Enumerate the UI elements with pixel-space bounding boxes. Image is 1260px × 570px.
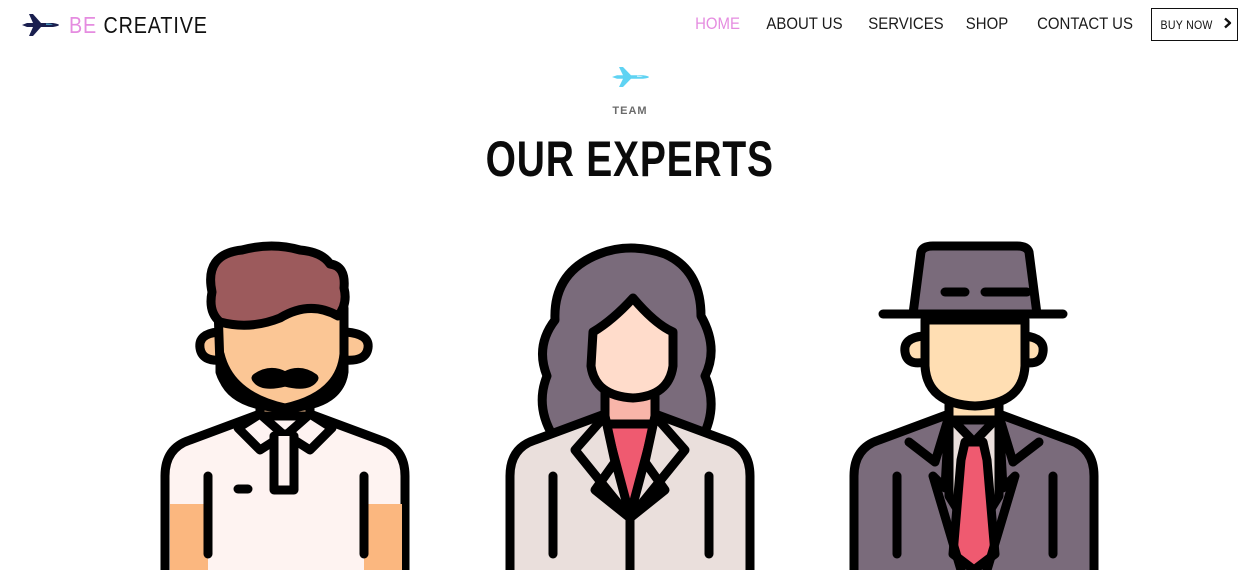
nav-item-services[interactable]: SERVICES	[868, 14, 943, 34]
brand-word: CREATIVE	[103, 11, 208, 38]
buy-now-button[interactable]: BUY NOW	[1151, 8, 1238, 41]
nav-item-home[interactable]: HOME	[695, 14, 740, 34]
nav-item-contact-us[interactable]: CONTACT US	[1037, 14, 1133, 34]
brand-name: BE CREATIVE	[69, 12, 208, 39]
nav-item-shop[interactable]: SHOP	[966, 14, 1008, 34]
team-member-2[interactable]	[505, 236, 755, 570]
section-eyebrow: TEAM	[612, 105, 648, 117]
plane-icon	[610, 64, 650, 95]
chevron-right-icon	[1223, 16, 1232, 34]
brand-logo[interactable]: BE CREATIVE	[20, 9, 230, 41]
man-in-hat-avatar-icon	[849, 236, 1099, 570]
section-title-text: OUR EXPERTS	[485, 131, 775, 187]
team-member-1[interactable]	[160, 236, 410, 570]
brand-accent: BE	[69, 11, 98, 38]
buy-now-label: BUY NOW	[1160, 17, 1214, 32]
section-title: OUR EXPERTS	[0, 130, 1260, 188]
top-navbar: BE CREATIVE HOME ABOUT US SERVICES SHOP …	[0, 0, 1260, 52]
team-member-3[interactable]	[849, 236, 1099, 570]
main-nav: HOME ABOUT US SERVICES SHOP CONTACT US	[689, 14, 1133, 34]
nav-item-about-us[interactable]: ABOUT US	[766, 14, 842, 34]
plane-icon	[20, 10, 60, 40]
woman-avatar-icon	[505, 236, 755, 570]
bearded-man-avatar-icon	[160, 236, 410, 570]
